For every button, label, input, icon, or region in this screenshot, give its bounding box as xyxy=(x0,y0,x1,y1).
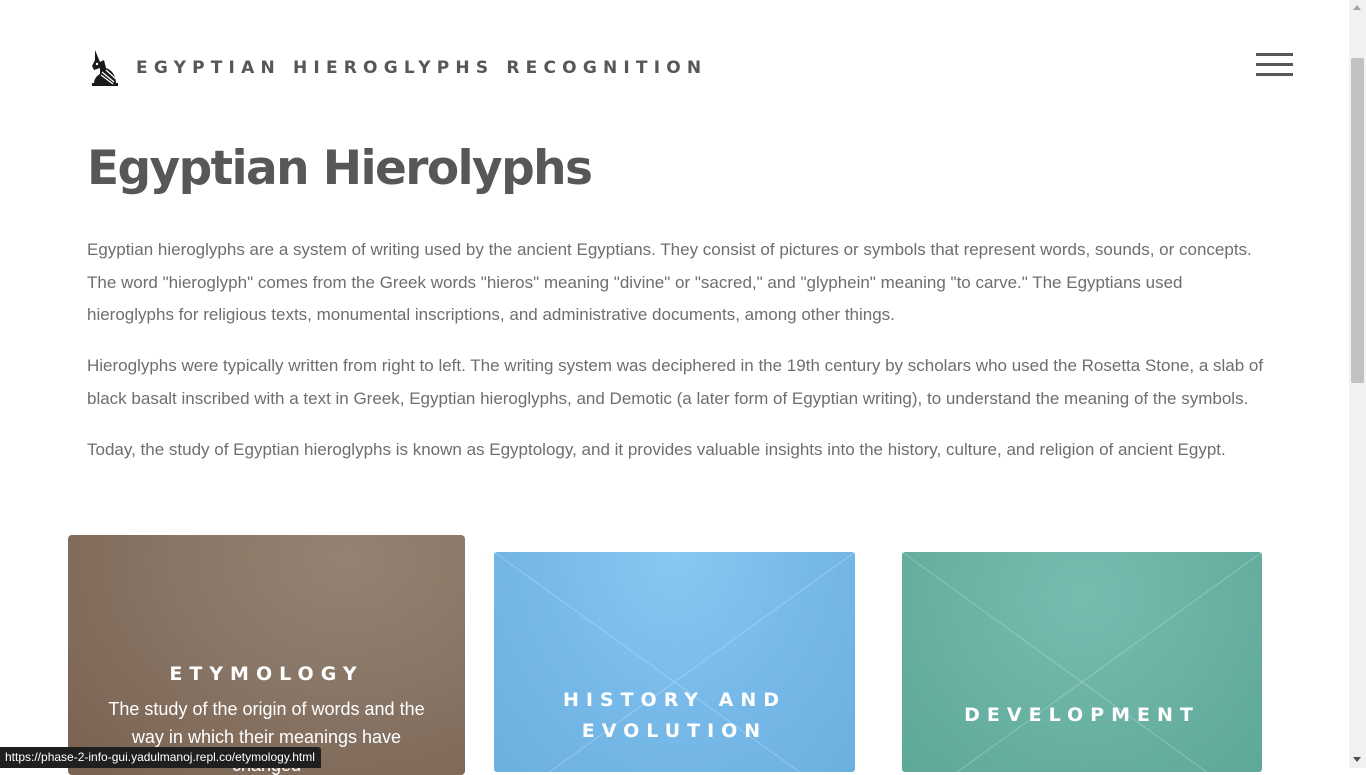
anubis-jackal-icon[interactable] xyxy=(86,48,124,88)
site-header: EGYPTIAN HIEROGLYPHS RECOGNITION xyxy=(0,0,1349,130)
decorative-lines xyxy=(902,552,1262,772)
site-title[interactable]: EGYPTIAN HIEROGLYPHS RECOGNITION xyxy=(136,58,707,78)
vertical-scrollbar[interactable] xyxy=(1349,0,1366,768)
main-content: Egyptian Hierolyphs Egyptian hieroglyphs… xyxy=(87,138,1267,459)
tile-heading: HISTORY AND EVOLUTION xyxy=(562,689,787,742)
tile-development[interactable]: DEVELOPMENT xyxy=(902,552,1262,772)
scroll-up-arrow-icon[interactable] xyxy=(1353,5,1361,10)
scrollbar-thumb[interactable] xyxy=(1351,58,1364,383)
scroll-down-arrow-icon[interactable] xyxy=(1353,757,1361,762)
egyptology-paragraph: Today, the study of Egyptian hieroglyphs… xyxy=(87,440,1226,459)
menu-bar xyxy=(1256,63,1293,66)
link-preview-status-bar: https://phase-2-info-gui.yadulmanoj.repl… xyxy=(0,747,321,768)
tile-history-and-evolution[interactable]: HISTORY AND EVOLUTION xyxy=(494,552,855,772)
tile-etymology[interactable]: ETYMOLOGY The study of the origin of wor… xyxy=(68,535,465,775)
intro-paragraph: Egyptian hieroglyphs are a system of wri… xyxy=(87,240,1252,324)
menu-bar xyxy=(1256,73,1293,76)
tile-heading: ETYMOLOGY xyxy=(169,663,364,685)
history-paragraph: Hieroglyphs were typically written from … xyxy=(87,356,1264,408)
menu-bar xyxy=(1256,53,1293,56)
page-title: Egyptian Hierolyphs xyxy=(87,141,593,196)
hamburger-menu-icon[interactable] xyxy=(1256,53,1294,79)
tile-heading: DEVELOPMENT xyxy=(964,704,1200,726)
